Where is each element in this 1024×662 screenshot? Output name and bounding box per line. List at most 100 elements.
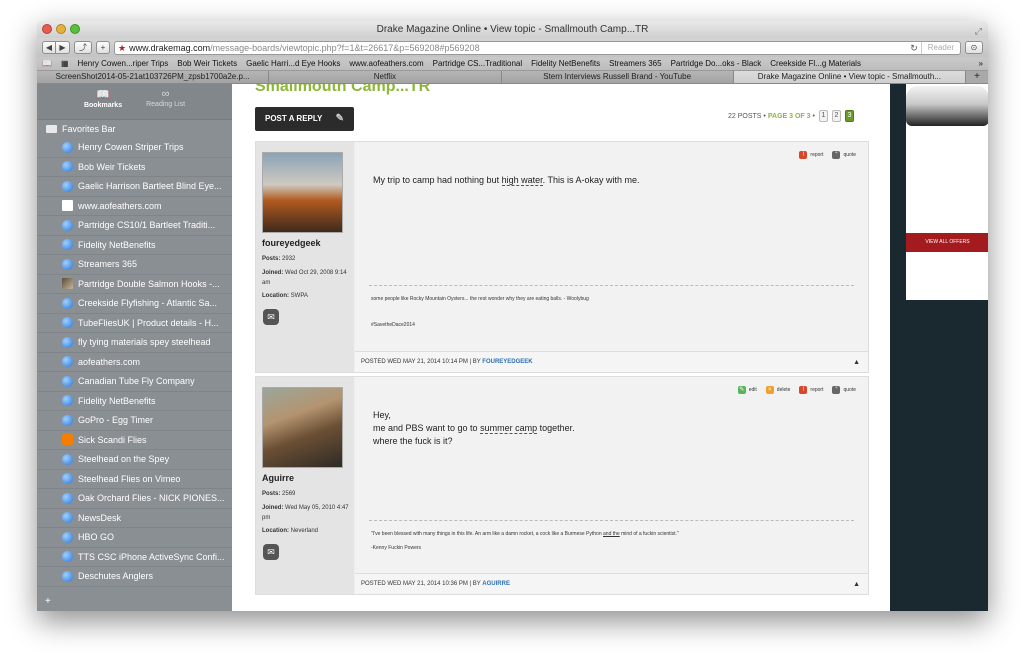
quote-label: quote — [843, 387, 856, 393]
sidebar-bookmark-item[interactable]: Partridge Double Salmon Hooks -... — [37, 275, 232, 294]
sidebar-bookmark-item[interactable]: TTS CSC iPhone ActiveSync Confi... — [37, 548, 232, 567]
post-reply-button[interactable]: POST A REPLY ✎ — [255, 107, 354, 131]
location-value: SWPA — [290, 293, 308, 299]
post-text-part: together. — [537, 423, 575, 433]
bookmark-bar-item[interactable]: Fidelity NetBenefits — [531, 59, 600, 68]
sidebar-bookmark-item[interactable]: Fidelity NetBenefits — [37, 392, 232, 411]
downloads-button[interactable]: ⊙ — [965, 41, 983, 54]
username[interactable]: foureyedgeek — [262, 238, 321, 248]
sidebar-bookmark-item[interactable]: Deschutes Anglers — [37, 567, 232, 587]
reader-button[interactable]: Reader — [920, 41, 960, 54]
bookmarks-sidebar: 📖 Bookmarks ∞ Reading List Favorites Bar… — [37, 84, 232, 611]
bookmark-bar-item[interactable]: Streamers 365 — [609, 59, 661, 68]
quote-button[interactable]: “quote — [832, 386, 856, 394]
new-tab-button[interactable]: + — [966, 71, 988, 83]
bookmark-bar-item[interactable]: Bob Weir Tickets — [177, 59, 237, 68]
posts-value: 2569 — [282, 491, 296, 497]
bookmark-bar-item[interactable]: Partridge Do...oks - Black — [671, 59, 762, 68]
sidebar-bookmark-item[interactable]: GoPro - Egg Timer — [37, 411, 232, 431]
site-favicon-icon: ★ — [118, 42, 127, 53]
add-bookmark-folder-button[interactable]: + — [45, 596, 51, 607]
sidebar-bookmark-item[interactable]: Creekside Flyfishing - Atlantic Sa... — [37, 294, 232, 314]
edit-label: edit — [748, 387, 757, 393]
delete-button[interactable]: × delete — [765, 386, 790, 394]
report-label: report — [810, 387, 824, 393]
view-all-offers-button[interactable]: VIEW ALL OFFERS — [906, 233, 988, 252]
report-button[interactable]: ! report — [799, 151, 823, 159]
minimize-window-button[interactable] — [56, 24, 66, 34]
zoom-window-button[interactable] — [70, 24, 80, 34]
edit-button[interactable]: ✎ edit — [737, 386, 757, 394]
folder-icon — [46, 125, 57, 133]
avatar[interactable] — [262, 152, 343, 233]
private-message-icon[interactable]: ✉ — [263, 544, 279, 560]
sidebar-bookmark-item[interactable]: Fidelity NetBenefits — [37, 236, 232, 255]
bookmark-bar-item[interactable]: Creekside Fl...g Materials — [770, 59, 861, 68]
sidebar-bookmark-item[interactable]: www.aofeathers.com — [37, 197, 232, 216]
sidebar-bookmark-item[interactable]: Sick Scandi Flies — [37, 431, 232, 450]
sidebar-bookmark-item[interactable]: NewsDesk — [37, 509, 232, 528]
sidebar-bookmark-item[interactable]: Gaelic Harrison Bartleet Blind Eye... — [37, 177, 232, 197]
grid-icon[interactable]: ▦ — [61, 59, 69, 68]
sidebar-bookmark-item[interactable]: Steelhead Flies on Vimeo — [37, 470, 232, 489]
sidebar-bookmark-item[interactable]: Streamers 365 — [37, 255, 232, 275]
more-bookmarks-icon[interactable]: » — [979, 59, 988, 68]
sidebar-bookmark-item[interactable]: Oak Orchard Flies - NICK PIONES... — [37, 489, 232, 509]
tab-youtube[interactable]: Stern Interviews Russell Brand - YouTube — [501, 71, 734, 83]
posts-count: 22 POSTS • — [728, 112, 766, 120]
report-button[interactable]: ! report — [799, 386, 823, 394]
post-author-link[interactable]: FOUREYEDGEEK — [482, 359, 532, 365]
tab-drake-magazine[interactable]: Drake Magazine Online • View topic - Sma… — [733, 71, 966, 83]
inline-link[interactable]: high water — [501, 175, 543, 186]
sidebar-bookmark-item[interactable]: Canadian Tube Fly Company — [37, 372, 232, 392]
add-bookmark-button[interactable]: + — [96, 41, 110, 54]
page-3-button[interactable]: 3 — [844, 110, 854, 122]
page-1-button[interactable]: 1 — [818, 110, 828, 122]
bookmark-bar-item[interactable]: Henry Cowen...riper Trips — [78, 59, 169, 68]
bookmarks-tab[interactable]: 📖 Bookmarks — [84, 88, 122, 119]
sidebar-bookmark-item[interactable]: TubeFliesUK | Product details - H... — [37, 314, 232, 333]
page-2-button[interactable]: 2 — [831, 110, 841, 122]
sidebar-bookmark-label: aofeathers.com — [78, 356, 141, 367]
sidebar-bookmark-item[interactable]: HBO GO — [37, 528, 232, 548]
reading-list-tab[interactable]: ∞ Reading List — [146, 88, 185, 119]
bookmark-bar-item[interactable]: Gaelic Harri...d Eye Hooks — [246, 59, 340, 68]
inline-link[interactable]: summer camp — [480, 423, 538, 434]
address-bar[interactable]: ★ www.drakemag.com /message-boards/viewt… — [114, 40, 961, 55]
topic-title[interactable]: Smallmouth Camp...TR — [255, 84, 430, 96]
sidebar-bookmark-item[interactable]: aofeathers.com — [37, 353, 232, 372]
glasses-icon: ∞ — [161, 88, 170, 100]
post-author-link[interactable]: AGUIRRE — [482, 581, 510, 587]
bookmark-bar-item[interactable]: Partridge CS...Traditional — [433, 59, 523, 68]
advertisement[interactable]: VIEW ALL OFFERS — [906, 84, 988, 300]
tab-screenshot[interactable]: ScreenShot2014-05-21at103726PM_zpsb1700a… — [37, 71, 270, 83]
sidebar-bookmark-item[interactable]: Henry Cowen Striper Trips — [37, 138, 232, 158]
back-to-top-icon[interactable]: ▲ — [853, 574, 860, 595]
reload-icon[interactable]: ↻ — [910, 42, 921, 54]
private-message-icon[interactable]: ✉ — [263, 309, 279, 325]
post-reply-label: POST A REPLY — [265, 114, 323, 123]
back-to-top-icon[interactable]: ▲ — [853, 352, 860, 373]
car-ad-image[interactable] — [906, 86, 988, 126]
close-window-button[interactable] — [42, 24, 52, 34]
inline-link[interactable]: and the — [603, 531, 620, 537]
username[interactable]: Aguirre — [262, 473, 294, 483]
favorites-bar-folder[interactable]: Favorites Bar — [37, 120, 232, 138]
sidebar-bookmark-label: Sick Scandi Flies — [78, 434, 147, 445]
posts-value: 2932 — [282, 256, 296, 262]
fullscreen-icon[interactable]: ⤢ — [975, 23, 982, 40]
sidebar-bookmark-item[interactable]: fly tying materials spey steelhead — [37, 333, 232, 353]
back-button[interactable]: ◀ — [42, 41, 56, 54]
sidebar-bookmark-item[interactable]: Partridge CS10/1 Bartleet Traditi... — [37, 216, 232, 236]
post-text-part: me and PBS want to go to — [373, 423, 481, 433]
forward-button[interactable]: ▶ — [56, 41, 70, 54]
book-icon[interactable]: 📖 — [42, 59, 52, 68]
bookmark-bar-item[interactable]: www.aofeathers.com — [349, 59, 423, 68]
sidebar-bookmark-item[interactable]: Steelhead on the Spey — [37, 450, 232, 470]
share-button[interactable]: ⤴ — [74, 41, 92, 54]
quote-icon: “ — [832, 151, 841, 159]
sidebar-bookmark-item[interactable]: Bob Weir Tickets — [37, 158, 232, 177]
tab-netflix[interactable]: Netflix — [269, 71, 502, 83]
quote-button[interactable]: “quote — [832, 151, 856, 159]
avatar[interactable] — [262, 387, 343, 468]
